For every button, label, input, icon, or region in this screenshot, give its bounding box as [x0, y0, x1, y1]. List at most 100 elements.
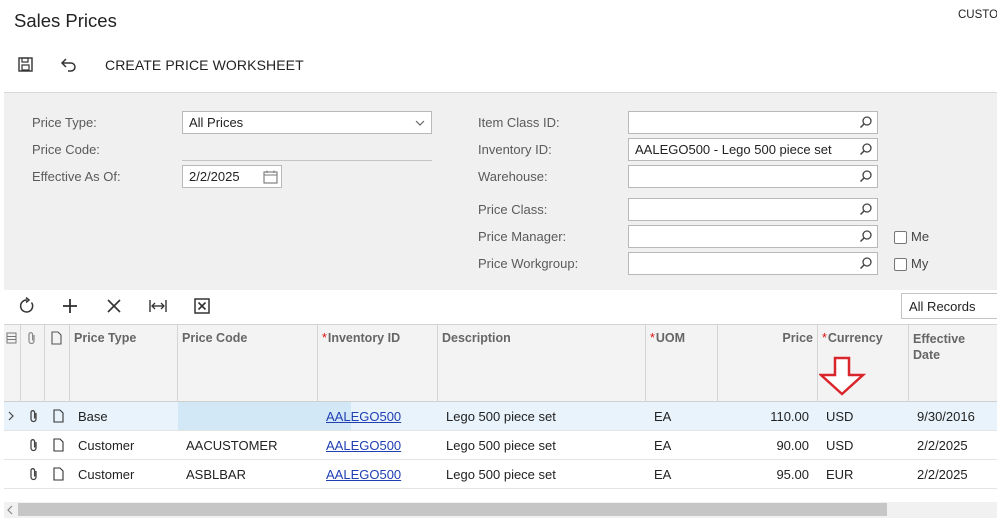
- price-manager-label: Price Manager:: [478, 229, 567, 244]
- effective-as-of-label: Effective As Of:: [32, 169, 121, 184]
- table-row[interactable]: Customer ASBLBAR AALEGO500 Lego 500 piec…: [4, 460, 997, 489]
- records-filter-select[interactable]: All Records: [901, 293, 997, 319]
- me-checkbox[interactable]: [894, 231, 907, 244]
- chevron-down-icon: [415, 120, 425, 126]
- price-code-label: Price Code:: [32, 142, 100, 157]
- item-class-id-field[interactable]: [628, 111, 878, 134]
- price-type-value: All Prices: [189, 115, 244, 130]
- price-type-cell[interactable]: Customer: [78, 438, 134, 453]
- note-icon[interactable]: [53, 467, 64, 481]
- effective-date-field[interactable]: 2/2/2025: [182, 165, 282, 188]
- description-cell[interactable]: Lego 500 piece set: [446, 409, 556, 424]
- search-icon[interactable]: [859, 202, 873, 216]
- currency-cell[interactable]: EUR: [826, 467, 853, 482]
- currency-cell[interactable]: USD: [826, 438, 853, 453]
- price-cell[interactable]: 90.00: [722, 438, 809, 453]
- effective-date-value: 2/2/2025: [189, 169, 240, 184]
- column-separator[interactable]: [817, 324, 818, 402]
- warehouse-label: Warehouse:: [478, 169, 548, 184]
- price-class-label: Price Class:: [478, 202, 548, 217]
- column-header-price-code[interactable]: Price Code: [182, 331, 247, 345]
- uom-cell[interactable]: EA: [654, 438, 671, 453]
- inventory-id-field[interactable]: AALEGO500 - Lego 500 piece set: [628, 138, 878, 161]
- effective-date-cell[interactable]: 2/2/2025: [917, 467, 968, 482]
- refresh-icon[interactable]: [18, 296, 36, 315]
- note-icon[interactable]: [53, 438, 64, 452]
- search-icon[interactable]: [859, 229, 873, 243]
- column-separator[interactable]: [69, 324, 70, 402]
- column-header-price[interactable]: Price: [722, 331, 813, 345]
- create-price-worksheet-button[interactable]: CREATE PRICE WORKSHEET: [105, 57, 304, 73]
- fit-columns-icon[interactable]: [148, 297, 168, 315]
- description-cell[interactable]: Lego 500 piece set: [446, 438, 556, 453]
- price-class-field[interactable]: [628, 198, 878, 221]
- column-header-price-type[interactable]: Price Type: [74, 331, 136, 345]
- column-separator[interactable]: [645, 324, 646, 402]
- add-icon[interactable]: [61, 297, 79, 315]
- price-type-label: Price Type:: [32, 115, 97, 130]
- inventory-id-link[interactable]: AALEGO500: [326, 409, 401, 424]
- annotation-arrow: [817, 356, 867, 396]
- search-icon[interactable]: [859, 169, 873, 183]
- description-cell[interactable]: Lego 500 piece set: [446, 467, 556, 482]
- price-cell[interactable]: 95.00: [722, 467, 809, 482]
- export-excel-icon[interactable]: [193, 297, 211, 315]
- search-icon[interactable]: [859, 115, 873, 129]
- column-separator[interactable]: [177, 324, 178, 402]
- search-icon[interactable]: [859, 142, 873, 156]
- inventory-id-label: Inventory ID:: [478, 142, 552, 157]
- scrollbar-thumb[interactable]: [18, 503, 887, 516]
- item-class-id-label: Item Class ID:: [478, 115, 560, 130]
- warehouse-field[interactable]: [628, 165, 878, 188]
- price-type-select[interactable]: All Prices: [182, 111, 432, 134]
- column-separator[interactable]: [317, 324, 318, 402]
- row-selector-header-icon[interactable]: [6, 332, 17, 344]
- column-separator[interactable]: [20, 324, 21, 402]
- column-header-uom[interactable]: *UOM: [650, 331, 685, 345]
- calendar-icon[interactable]: [263, 170, 278, 184]
- uom-cell[interactable]: EA: [654, 409, 671, 424]
- undo-icon[interactable]: [59, 56, 77, 73]
- my-checkbox-label: My: [911, 256, 929, 271]
- effective-date-cell[interactable]: 9/30/2016: [917, 409, 975, 424]
- column-separator[interactable]: [717, 324, 718, 402]
- save-icon[interactable]: [17, 56, 34, 73]
- price-cell[interactable]: 110.00: [722, 409, 809, 424]
- currency-cell[interactable]: USD: [826, 409, 853, 424]
- table-row[interactable]: Base AALEGO500 Lego 500 piece set EA 110…: [4, 402, 997, 431]
- price-type-cell[interactable]: Base: [78, 409, 108, 424]
- search-icon[interactable]: [859, 256, 873, 270]
- my-checkbox[interactable]: [894, 258, 907, 271]
- attachment-icon: [26, 331, 38, 345]
- inventory-id-value: AALEGO500 - Lego 500 piece set: [635, 142, 832, 157]
- delete-icon[interactable]: [105, 297, 123, 315]
- attachment-icon[interactable]: [28, 409, 40, 423]
- table-row[interactable]: Customer AACUSTOMER AALEGO500 Lego 500 p…: [4, 431, 997, 460]
- price-workgroup-field[interactable]: [628, 252, 878, 275]
- attachment-icon[interactable]: [28, 467, 40, 481]
- note-icon[interactable]: [53, 409, 64, 423]
- price-code-cell[interactable]: ASBLBAR: [186, 467, 246, 482]
- chevron-right-icon: [8, 411, 14, 421]
- page-title: Sales Prices: [14, 10, 117, 31]
- price-type-cell[interactable]: Customer: [78, 467, 134, 482]
- price-code-field[interactable]: [182, 160, 432, 161]
- price-workgroup-label: Price Workgroup:: [478, 256, 579, 271]
- price-manager-field[interactable]: [628, 225, 878, 248]
- column-header-description[interactable]: Description: [442, 331, 511, 345]
- attachment-icon[interactable]: [28, 438, 40, 452]
- column-header-currency[interactable]: *Currency: [822, 331, 883, 345]
- customization-menu[interactable]: CUSTO: [958, 9, 997, 21]
- inventory-id-link[interactable]: AALEGO500: [326, 467, 401, 482]
- price-code-cell[interactable]: AACUSTOMER: [186, 438, 278, 453]
- scroll-left-icon[interactable]: [6, 505, 14, 515]
- column-separator[interactable]: [44, 324, 45, 402]
- column-header-effective-date[interactable]: Effective Date: [913, 331, 965, 363]
- column-header-inventory-id[interactable]: *Inventory ID: [322, 331, 400, 345]
- column-separator[interactable]: [437, 324, 438, 402]
- inventory-id-link[interactable]: AALEGO500: [326, 438, 401, 453]
- note-icon: [51, 331, 62, 345]
- column-separator[interactable]: [908, 324, 909, 402]
- uom-cell[interactable]: EA: [654, 467, 671, 482]
- effective-date-cell[interactable]: 2/2/2025: [917, 438, 968, 453]
